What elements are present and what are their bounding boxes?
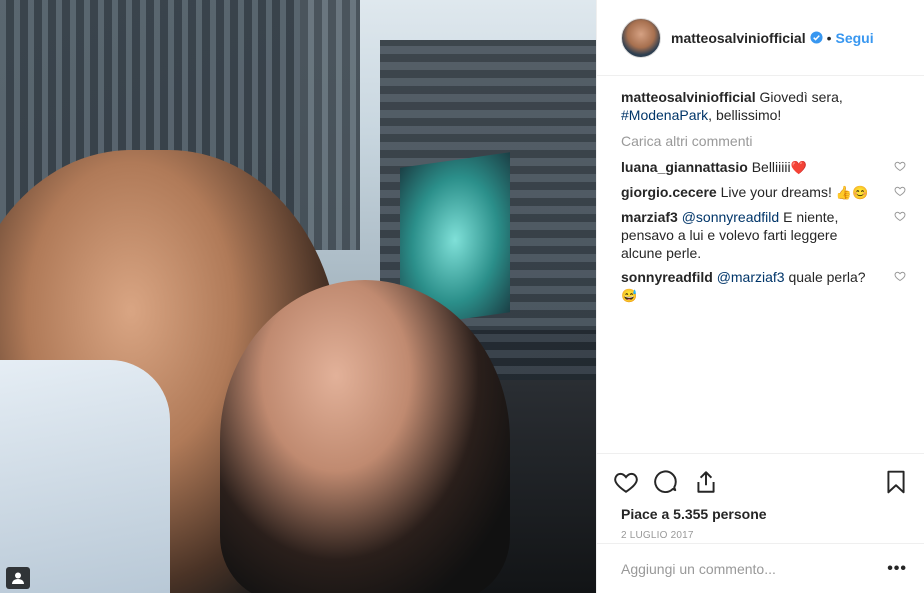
comment-mention[interactable]: @marziaf3	[717, 269, 785, 285]
caption-text-end: , bellissimo!	[708, 107, 782, 123]
avatar[interactable]	[621, 17, 661, 58]
comment-item: luana_giannattasio Belliiiii❤️	[621, 158, 906, 177]
comment-like-icon[interactable]	[894, 185, 906, 197]
heart-icon[interactable]	[613, 469, 639, 495]
comment-item: giorgio.cecere Live your dreams! 👍😊	[621, 183, 906, 202]
post-date: 2 LUGLIO 2017	[621, 530, 694, 541]
shirt	[0, 360, 170, 593]
verified-badge-icon	[810, 31, 823, 44]
more-options-button[interactable]: •••	[887, 560, 907, 578]
comment-emoji: ❤️	[790, 160, 807, 175]
caption: matteosalviniofficial Giovedì sera, #Mod…	[621, 88, 900, 124]
user-tag-icon[interactable]	[6, 567, 30, 589]
caption-username[interactable]: matteosalviniofficial	[621, 89, 756, 105]
comment-text: quale perla?	[784, 269, 866, 285]
separator-dot: •	[826, 29, 832, 46]
comment-icon[interactable]	[653, 469, 679, 495]
hashtag-link[interactable]: #ModenaPark	[621, 107, 708, 123]
bookmark-icon[interactable]	[883, 469, 909, 495]
post-actions: Piace a 5.355 persone 2 LUGLIO 2017	[597, 453, 924, 543]
header-username[interactable]: matteosalviniofficial	[671, 30, 806, 46]
caption-text: Giovedì sera,	[755, 89, 843, 105]
load-more-comments[interactable]: Carica altri commenti	[621, 132, 900, 150]
comment-like-icon[interactable]	[894, 160, 906, 172]
likes-label: Piace a 5.355 persone	[621, 506, 767, 522]
comment-text: Live your dreams!	[716, 184, 836, 200]
comment-emoji: 👍😊	[835, 185, 869, 200]
comment-item: sonnyreadfild @marziaf3 quale perla? 😅	[621, 268, 906, 305]
comment-item: marziaf3 @sonnyreadfild E niente, pensav…	[621, 208, 906, 262]
add-comment-bar: •••	[597, 543, 924, 593]
post-photo[interactable]	[0, 0, 596, 593]
comment-input[interactable]	[621, 560, 888, 577]
comment-emoji: 😅	[621, 288, 638, 303]
comment-mention[interactable]: @sonnyreadfild	[682, 209, 780, 225]
action-icons	[613, 462, 909, 502]
share-icon[interactable]	[693, 469, 719, 495]
comment-username[interactable]: luana_giannattasio	[621, 159, 748, 175]
comment-username[interactable]: marziaf3	[621, 209, 678, 225]
comment-username[interactable]: giorgio.cecere	[621, 184, 717, 200]
comment-like-icon[interactable]	[894, 210, 906, 222]
post-sidebar: matteosalviniofficial • Segui matteosalv…	[596, 0, 924, 593]
comment-username[interactable]: sonnyreadfild	[621, 269, 713, 285]
comment-like-icon[interactable]	[894, 270, 906, 282]
comments-list: matteosalviniofficial Giovedì sera, #Mod…	[597, 76, 924, 453]
comment-text: Belliiiii	[747, 159, 791, 175]
likes-count[interactable]: Piace a 5.355 persone	[613, 506, 909, 522]
person-woman	[220, 280, 510, 593]
follow-button[interactable]: Segui	[836, 30, 874, 46]
post-header: matteosalviniofficial • Segui	[597, 0, 924, 76]
